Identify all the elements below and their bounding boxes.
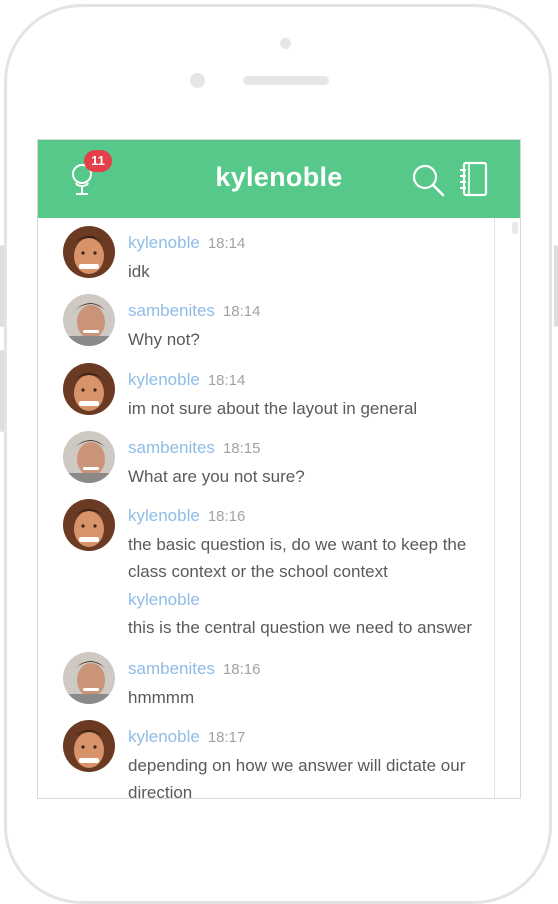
message-line: direction [128,783,193,799]
message-meta: kylenoble 18:14 [128,369,417,392]
message-line: the basic question is, do we want to kee… [128,535,467,554]
app-screen: 11 kylenoble kylenoble 18:14 idk sambenites… [37,139,521,799]
message-text: Why not? [128,326,260,353]
message-author[interactable]: kylenoble [128,727,200,746]
message-text: hmmmm [128,684,260,711]
volume-up-button [0,245,4,327]
message-meta: kylenoble 18:16 [128,505,466,528]
message-line: im not sure about the layout in general [128,399,418,418]
message-meta: sambenites 18:14 [128,300,260,323]
message-author[interactable]: sambenites [128,438,215,457]
front-camera [280,38,291,49]
power-button [554,245,558,327]
proximity-sensor [190,73,205,88]
message-meta: kylenoble 18:14 [128,232,245,255]
message-author[interactable]: kylenoble [128,506,200,525]
message-timestamp: 18:16 [207,508,246,525]
message-text: depending on how we answer will dictate … [128,752,466,799]
message-timestamp: 18:15 [222,440,261,457]
volume-down-button [0,350,4,432]
page-title: kylenoble [215,162,343,192]
message-text: idk [128,258,245,285]
avatar[interactable] [63,226,115,278]
avatar[interactable] [63,720,115,772]
message-meta: sambenites 18:16 [128,658,260,681]
earpiece-speaker [243,76,329,85]
message-author[interactable]: sambenites [128,301,215,320]
avatar[interactable] [63,499,115,551]
avatar[interactable] [63,652,115,704]
message-line: this is the central question we need to … [128,618,472,637]
avatar[interactable] [63,431,115,483]
message-timestamp: 18:14 [207,372,246,389]
message-author[interactable]: sambenites [128,659,215,678]
message-author[interactable]: kylenoble [128,233,200,252]
search-icon[interactable] [410,162,446,198]
scrollbar-thumb[interactable] [512,222,518,234]
message-line: Why not? [128,330,200,349]
message-meta: kylenoble 18:17 [128,726,465,749]
message-timestamp: 18:14 [207,235,246,252]
message-text: this is the central question we need to … [128,614,472,641]
message-line: idk [128,262,150,281]
message-author[interactable]: kylenoble [128,370,200,389]
message-line: hmmmm [128,688,195,707]
contacts-book-icon[interactable] [458,160,490,198]
message-text: im not sure about the layout in general [128,395,417,422]
message-line: depending on how we answer will dictate … [128,756,466,775]
scrollbar-track[interactable] [494,218,495,798]
avatar[interactable] [63,363,115,415]
message-text: What are you not sure? [128,463,305,490]
message-meta: sambenites 18:15 [128,437,305,460]
message-timestamp: 18:17 [207,729,246,746]
message-timestamp: 18:16 [222,661,261,678]
message-text: the basic question is, do we want to kee… [128,531,466,585]
avatar[interactable] [63,294,115,346]
message-timestamp: 18:14 [222,303,261,320]
app-header: 11 kylenoble [38,140,520,218]
message-author[interactable]: kylenoble [128,590,200,609]
message-line: class context or the school context [128,562,388,581]
message-line: What are you not sure? [128,467,305,486]
message-meta: kylenoble [128,589,472,611]
